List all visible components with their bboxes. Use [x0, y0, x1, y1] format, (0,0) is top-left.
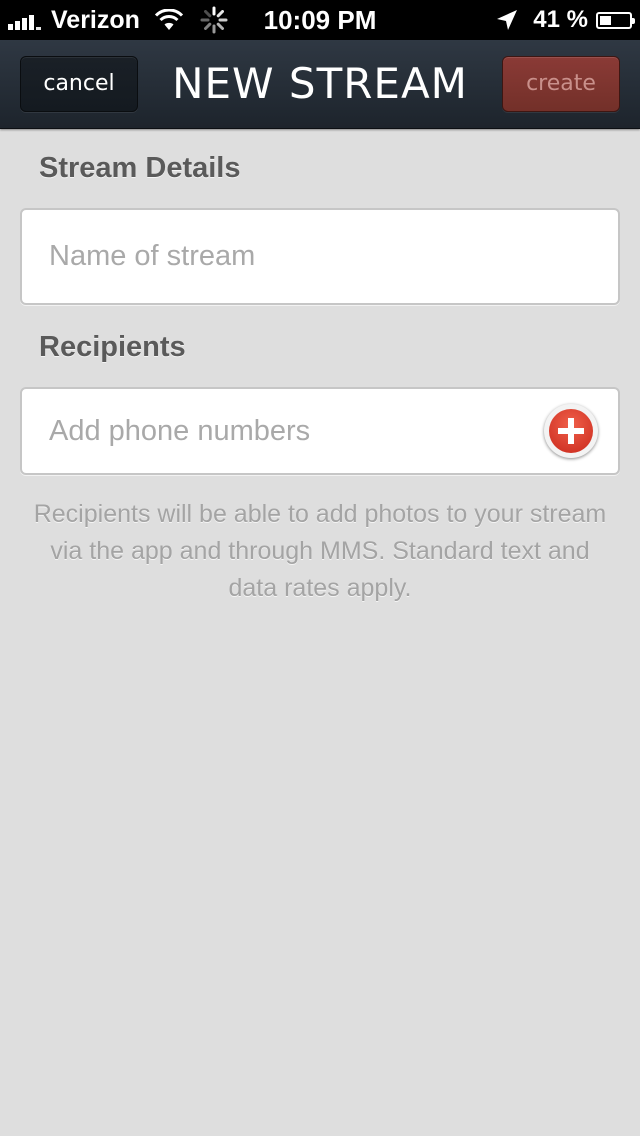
phone-numbers-input[interactable]: [49, 389, 529, 473]
stream-name-input[interactable]: [49, 210, 609, 303]
stream-details-heading: Stream Details: [39, 152, 241, 184]
stream-name-field: [20, 208, 620, 305]
battery-icon: [596, 11, 635, 29]
recipients-heading: Recipients: [39, 331, 186, 363]
battery-percentage: 41 %: [533, 6, 588, 33]
cancel-button[interactable]: cancel: [20, 56, 138, 112]
recipients-helper-text: Recipients will be able to add photos to…: [33, 500, 607, 602]
add-recipient-button[interactable]: [544, 404, 598, 458]
page-title: NEW STREAM: [172, 59, 468, 108]
recipients-field: [20, 387, 620, 475]
status-bar: Verizon 10:09 PM 41 %: [0, 0, 640, 40]
plus-circle-icon: [549, 409, 593, 453]
create-button[interactable]: create: [502, 56, 620, 112]
location-arrow-icon: [497, 10, 518, 30]
navigation-bar: cancel NEW STREAM create: [0, 40, 640, 129]
